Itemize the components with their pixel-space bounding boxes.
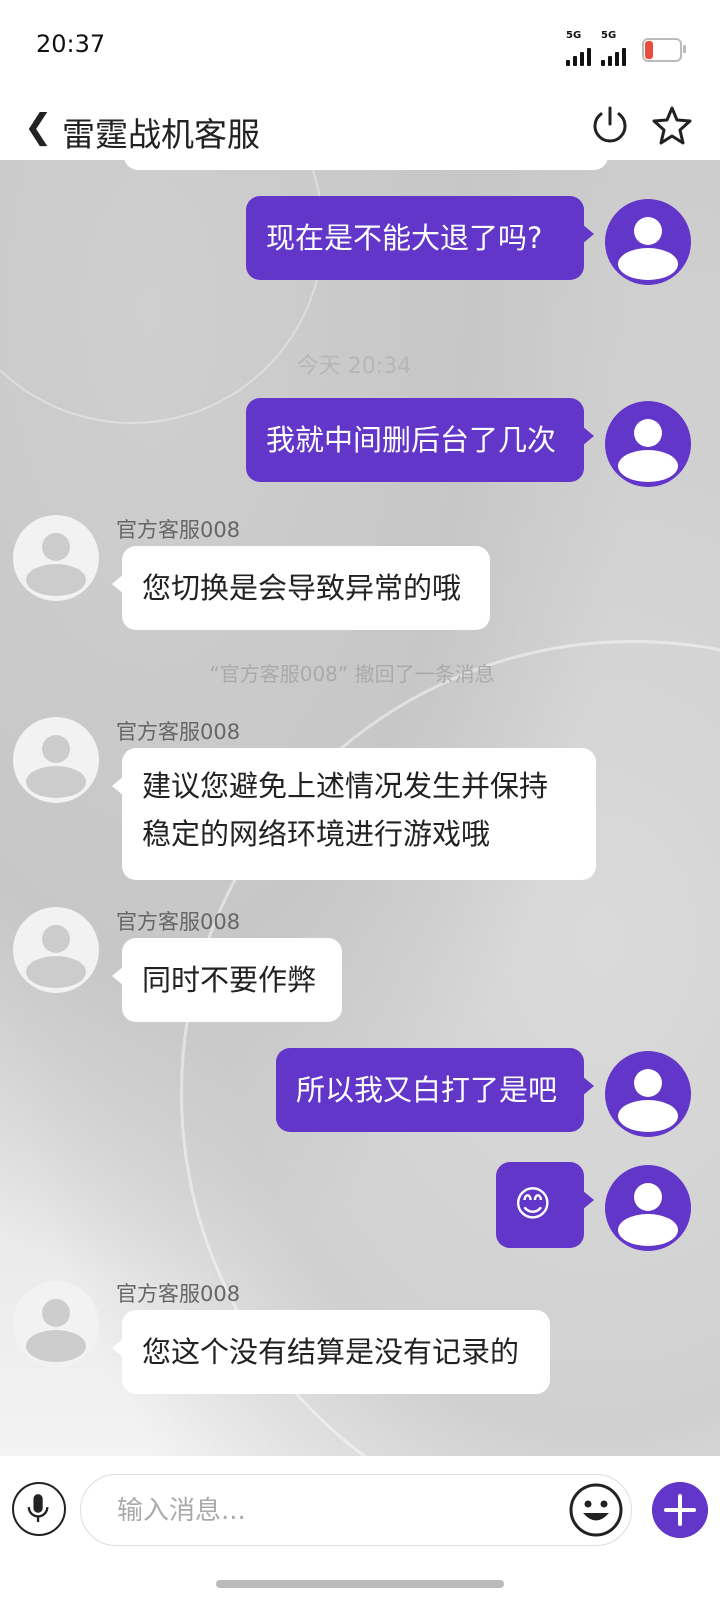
- recalled-notice: “官方客服008” 撤回了一条消息: [209, 662, 495, 686]
- sender-name: 官方客服008: [116, 720, 241, 744]
- signal-icon: 5G: [601, 30, 626, 66]
- message-text: 同时不要作弊: [142, 963, 317, 997]
- message-text-line: 建议您避免上述情况发生并保持: [142, 769, 549, 803]
- message-text-field[interactable]: [115, 1489, 539, 1533]
- sender-name: 官方客服008: [116, 1282, 241, 1306]
- chat-area[interactable]: 现在是不能大退了吗? 今天 20:34 我就中间删后台了几次 官方客服008 您…: [0, 160, 720, 1456]
- microphone-button[interactable]: [12, 1482, 66, 1536]
- incoming-message-bubble[interactable]: 同时不要作弊: [112, 938, 342, 1022]
- avatar-icon[interactable]: [12, 716, 100, 804]
- status-icons: 5G 5G: [566, 30, 686, 66]
- message-text: 现在是不能大退了吗?: [266, 221, 543, 255]
- incoming-message-bubble[interactable]: 您这个没有结算是没有记录的: [112, 1310, 550, 1394]
- message-text: 我就中间删后台了几次: [266, 423, 557, 457]
- outgoing-message-bubble[interactable]: 所以我又白打了是吧: [276, 1048, 594, 1132]
- network-label: 5G: [566, 30, 582, 41]
- incoming-message-bubble[interactable]: 建议您避免上述情况发生并保持 稳定的网络环境进行游戏哦: [112, 748, 596, 880]
- outgoing-message-bubble[interactable]: 现在是不能大退了吗?: [246, 196, 594, 280]
- avatar-icon[interactable]: [604, 1164, 692, 1252]
- chat-header: ❮ 雷霆战机客服: [0, 96, 720, 160]
- plus-icon[interactable]: [652, 1482, 708, 1538]
- network-label: 5G: [601, 30, 617, 41]
- message-timestamp: 今天 20:34: [296, 354, 412, 379]
- page-title: 雷霆战机客服: [62, 115, 260, 154]
- message-text-line: 稳定的网络环境进行游戏哦: [142, 817, 491, 851]
- sender-name: 官方客服008: [116, 518, 241, 542]
- sender-name: 官方客服008: [116, 910, 241, 934]
- outgoing-message-bubble[interactable]: 我就中间删后台了几次: [246, 398, 594, 482]
- emoji-message: 😊: [514, 1184, 552, 1225]
- back-icon[interactable]: ❮: [24, 110, 53, 144]
- microphone-icon: [27, 1494, 49, 1522]
- message-bubble-partial: [124, 160, 608, 170]
- status-time: 20:37: [36, 30, 106, 58]
- message-text: 您这个没有结算是没有记录的: [142, 1335, 520, 1369]
- avatar-icon[interactable]: [12, 514, 100, 602]
- battery-icon: [642, 38, 686, 62]
- message-input-bar: [0, 1456, 720, 1600]
- avatar-icon[interactable]: [604, 400, 692, 488]
- signal-icon: 5G: [566, 30, 591, 66]
- home-indicator[interactable]: [216, 1580, 504, 1588]
- outgoing-message-bubble[interactable]: 😊: [496, 1162, 594, 1248]
- incoming-message-bubble[interactable]: 您切换是会导致异常的哦: [112, 546, 490, 630]
- avatar-icon[interactable]: [12, 906, 100, 994]
- message-input[interactable]: [80, 1474, 632, 1546]
- message-text: 所以我又白打了是吧: [296, 1073, 558, 1107]
- avatar-icon[interactable]: [604, 198, 692, 286]
- status-bar: 20:37 5G 5G: [0, 0, 720, 96]
- star-icon[interactable]: [650, 104, 694, 148]
- message-text: 您切换是会导致异常的哦: [142, 571, 462, 605]
- avatar-icon[interactable]: [604, 1050, 692, 1138]
- power-icon[interactable]: [588, 104, 632, 148]
- avatar-icon[interactable]: [12, 1280, 100, 1368]
- emoji-icon[interactable]: [568, 1482, 624, 1538]
